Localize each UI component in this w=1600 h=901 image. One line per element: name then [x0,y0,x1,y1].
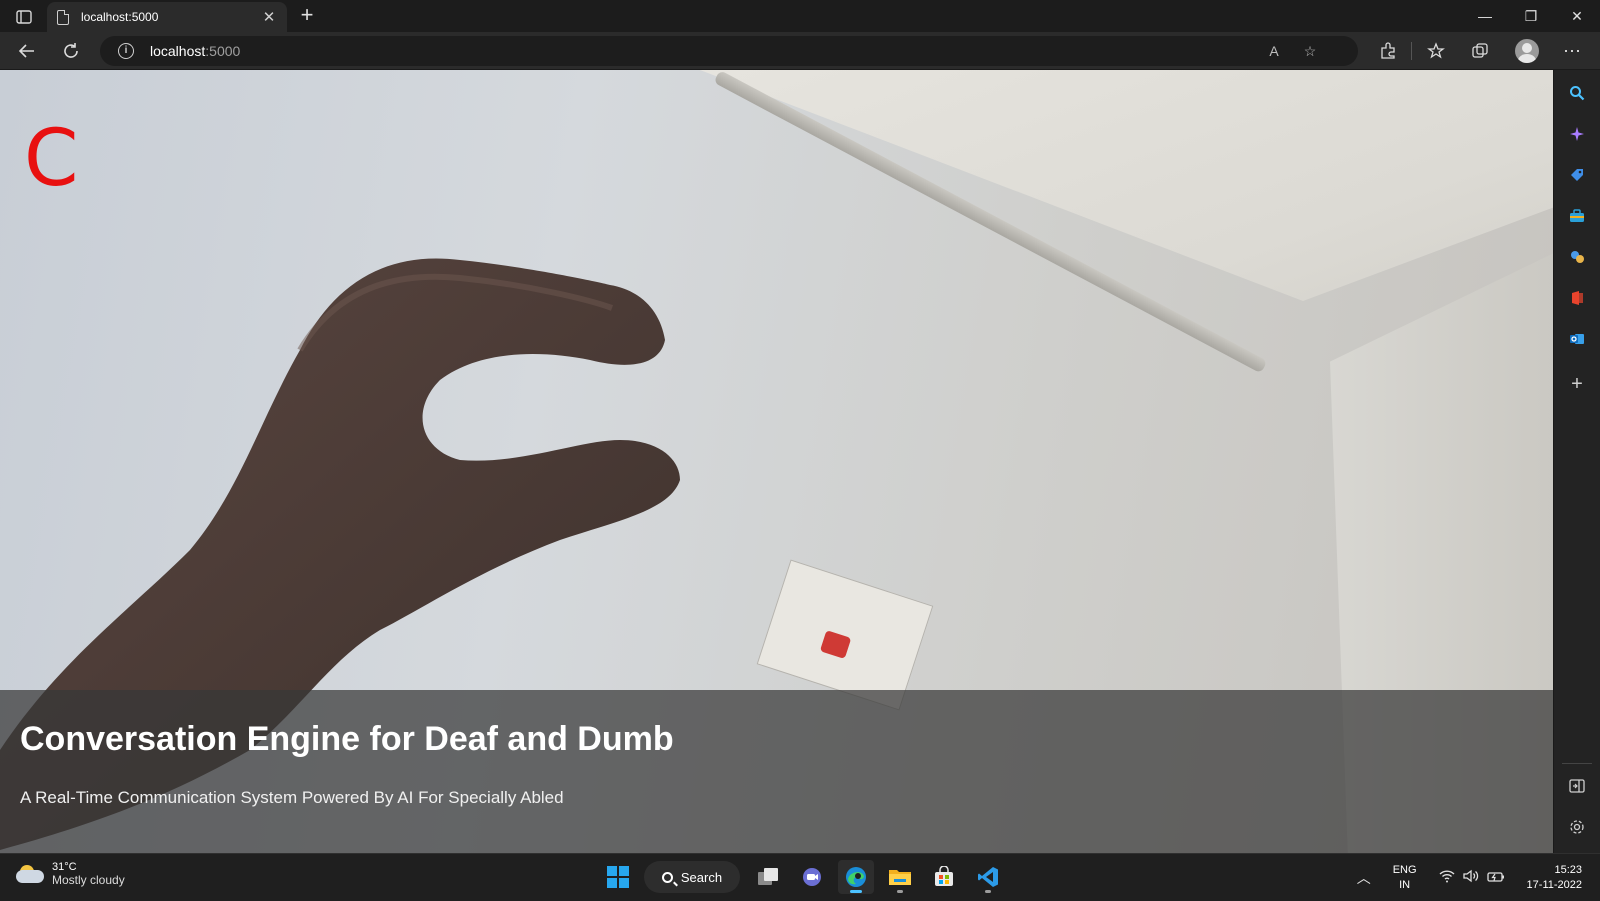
add-favorite-icon[interactable]: ☆ [1300,41,1320,61]
close-tab-icon[interactable]: ✕ [261,8,277,26]
volume-icon[interactable] [1462,869,1479,886]
read-aloud-icon[interactable]: A [1264,41,1284,61]
collections-icon[interactable] [1466,37,1494,65]
clock-date: 17-11-2022 [1526,878,1582,891]
edge-taskbar-button[interactable] [838,860,874,894]
page-title: Conversation Engine for Deaf and Dumb [20,720,674,758]
battery-charging-icon[interactable] [1486,870,1505,886]
window-controls: — ❐ ✕ [1462,0,1600,32]
settings-gear-icon[interactable] [1564,814,1590,840]
toolbar-divider [1411,42,1412,60]
edge-icon [846,867,866,887]
socket-switch [819,630,852,660]
favorites-icon[interactable] [1422,37,1450,65]
tab-strip: localhost:5000 ✕ + — ❐ ✕ [0,0,1600,32]
language-region: IN [1399,878,1411,891]
teams-chat-button[interactable] [794,860,830,894]
tab-title: localhost:5000 [81,10,159,24]
site-info-icon[interactable]: i [118,43,134,59]
clock-time: 15:23 [1554,863,1582,876]
url-text[interactable]: localhost:5000 [150,43,240,59]
tab-actions-icon[interactable] [10,6,38,28]
weather-condition: Mostly cloudy [52,873,125,887]
url-port: :5000 [205,43,241,59]
url-host: localhost [150,43,206,59]
weather-temperature: 31°C [52,861,77,873]
mostly-cloudy-icon [16,865,44,883]
running-indicator [985,890,991,893]
page-content: C Conversation Engine for Deaf and Dumb … [0,70,1553,853]
shopping-tag-icon[interactable] [1564,162,1590,188]
vscode-button[interactable] [970,860,1006,894]
restore-icon[interactable]: ❐ [1508,0,1554,32]
address-bar[interactable]: i localhost:5000 A ☆ [100,36,1358,66]
refresh-icon[interactable] [57,37,85,65]
system-tray: ︿ ENG IN 15:23 17-11-2022 [1357,854,1600,901]
page-icon [57,9,69,25]
taskbar-search-button[interactable]: Search [644,861,740,893]
edge-sidebar: + [1553,70,1600,853]
language-indicator[interactable]: ENG IN [1393,863,1417,893]
language-code: ENG [1392,863,1417,876]
task-view-icon [758,868,778,885]
vscode-icon [978,867,998,887]
chat-icon [803,868,821,886]
new-tab-button[interactable]: + [296,4,318,26]
office-icon[interactable] [1564,285,1590,311]
wall-socket [756,559,934,711]
browser-tab[interactable]: localhost:5000 ✕ [47,2,287,32]
extensions-icon[interactable] [1374,37,1402,65]
browser-toolbar: i localhost:5000 A ☆ ⋯ [0,32,1600,70]
task-view-button[interactable] [750,860,786,894]
outlook-icon[interactable] [1564,326,1590,352]
profile-avatar[interactable] [1515,39,1539,63]
detected-sign-letter: C [24,114,79,204]
games-icon[interactable] [1564,244,1590,270]
taskbar-search-label: Search [680,869,723,885]
folder-icon [889,870,911,885]
minimize-icon[interactable]: — [1462,0,1508,32]
store-icon [935,866,953,886]
clock[interactable]: 15:23 17-11-2022 [1527,863,1582,893]
back-icon[interactable] [13,37,41,65]
caption-overlay [0,690,1553,853]
windows-logo-icon [607,866,629,888]
page-subtitle: A Real-Time Communication System Powered… [20,788,564,807]
search-icon[interactable] [1564,80,1590,106]
search-icon [661,871,673,883]
windows-taskbar: 31°C Mostly cloudy Search ︿ ENG IN 15:23… [0,853,1600,900]
copilot-sparkle-icon[interactable] [1564,121,1590,147]
add-sidebar-app-icon[interactable]: + [1564,371,1590,397]
wifi-icon[interactable] [1439,869,1455,886]
weather-widget[interactable]: 31°C Mostly cloudy [16,861,125,887]
start-button[interactable] [600,860,636,894]
running-indicator [897,890,903,893]
close-window-icon[interactable]: ✕ [1554,0,1600,32]
sidebar-divider [1562,763,1592,764]
active-indicator [850,890,862,893]
microsoft-store-button[interactable] [926,860,962,894]
show-hidden-icons-chevron-icon[interactable]: ︿ [1357,868,1371,888]
taskbar-apps: Search [600,860,1014,894]
hide-sidebar-icon[interactable] [1564,773,1590,799]
more-options-icon[interactable]: ⋯ [1558,37,1586,65]
tools-icon[interactable] [1564,203,1590,229]
file-explorer-button[interactable] [882,860,918,894]
